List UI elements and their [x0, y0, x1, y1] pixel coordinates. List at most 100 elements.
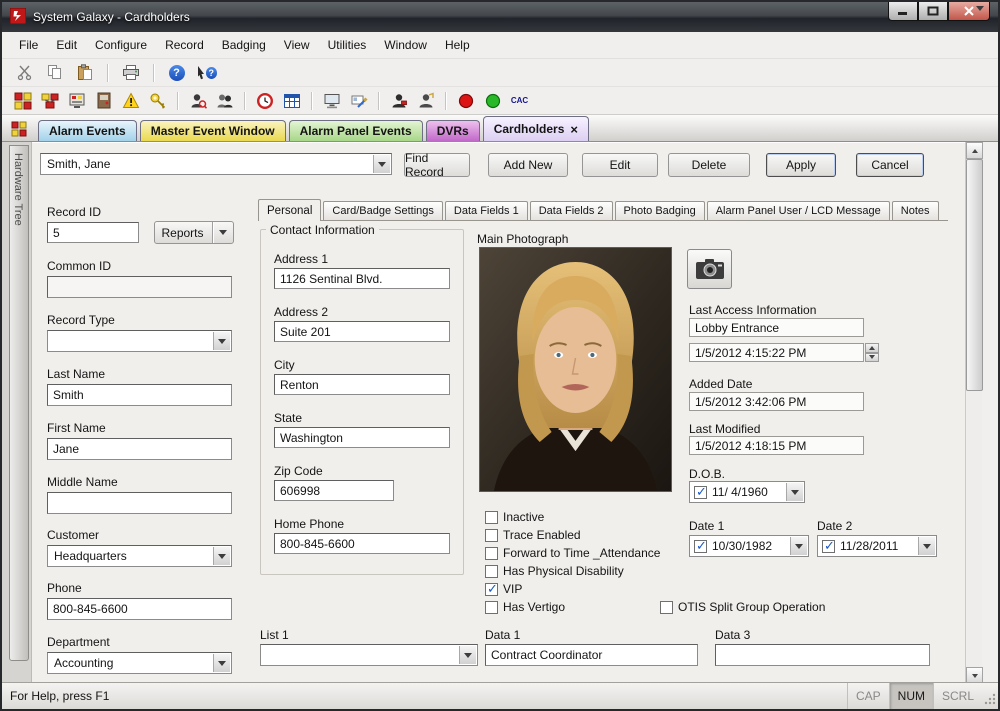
holiday-table-icon[interactable]	[281, 90, 302, 111]
trace-enabled-flag[interactable]: Trace Enabled	[485, 528, 581, 542]
physical-disability-checkbox[interactable]	[485, 565, 498, 578]
tab-notes[interactable]: Notes	[892, 201, 939, 220]
badge-design-icon[interactable]	[348, 90, 369, 111]
date1-dropdown-icon[interactable]	[790, 537, 807, 555]
resize-grip[interactable]	[984, 692, 997, 708]
vip-checkbox[interactable]	[485, 583, 498, 596]
phone-field[interactable]	[47, 598, 232, 620]
close-tab-icon[interactable]: ×	[570, 123, 578, 136]
date2-picker[interactable]: 11/28/2011	[817, 535, 937, 557]
print-icon[interactable]	[120, 62, 141, 83]
reports-button[interactable]: Reports	[154, 221, 234, 244]
tab-data-fields-1[interactable]: Data Fields 1	[445, 201, 528, 220]
tab-overflow-icon[interactable]	[976, 11, 984, 25]
dob-picker[interactable]: 11/ 4/1960	[689, 481, 805, 503]
menu-view[interactable]: View	[275, 34, 319, 56]
delete-button[interactable]: Delete	[668, 153, 750, 177]
address1-field[interactable]	[274, 268, 450, 289]
apply-button[interactable]: Apply	[766, 153, 836, 177]
city-field[interactable]	[274, 374, 450, 395]
department-combo[interactable]: Accounting	[47, 652, 232, 674]
schedule-clock-icon[interactable]	[254, 90, 275, 111]
tab-photo-badging[interactable]: Photo Badging	[615, 201, 705, 220]
tab-personal[interactable]: Personal	[258, 199, 321, 221]
otis-split-group-checkbox[interactable]	[660, 601, 673, 614]
menu-help[interactable]: Help	[436, 34, 479, 56]
controller-icon[interactable]	[66, 90, 87, 111]
add-new-button[interactable]: Add New	[488, 153, 568, 177]
inactive-flag[interactable]: Inactive	[485, 510, 544, 524]
customer-combo[interactable]: Headquarters	[47, 545, 232, 567]
capture-photo-button[interactable]	[687, 249, 732, 289]
common-id-field[interactable]	[47, 276, 232, 298]
forward-time-attendance-flag[interactable]: Forward to Time _Attendance	[485, 546, 660, 560]
combo-dropdown-icon[interactable]	[213, 332, 230, 350]
dob-dropdown-icon[interactable]	[786, 483, 803, 501]
hardware-tree-tab[interactable]: Hardware Tree	[9, 145, 29, 661]
has-vertigo-flag[interactable]: Has Vertigo	[485, 600, 565, 614]
data3-field[interactable]	[715, 644, 930, 666]
loop-diagnostics-icon[interactable]	[39, 90, 60, 111]
tab-master-event-window[interactable]: Master Event Window	[140, 120, 286, 141]
address2-field[interactable]	[274, 321, 450, 342]
cardholder-search-icon[interactable]	[187, 90, 208, 111]
tab-alarm-events[interactable]: Alarm Events	[38, 120, 137, 141]
menu-window[interactable]: Window	[375, 34, 436, 56]
record-selector-combo[interactable]: Smith, Jane	[40, 153, 392, 175]
edit-button[interactable]: Edit	[582, 153, 658, 177]
cac-icon[interactable]: CAC	[509, 90, 530, 111]
io-key-icon[interactable]	[147, 90, 168, 111]
scrollbar-thumb[interactable]	[966, 159, 983, 391]
menu-badging[interactable]: Badging	[213, 34, 275, 56]
zip-code-field[interactable]	[274, 480, 394, 501]
has-vertigo-checkbox[interactable]	[485, 601, 498, 614]
context-help-icon[interactable]: ?	[196, 62, 217, 83]
cut-icon[interactable]	[14, 62, 35, 83]
combo-dropdown-icon[interactable]	[373, 155, 390, 173]
combo-dropdown-icon[interactable]	[213, 654, 230, 672]
vertical-scrollbar[interactable]	[965, 142, 982, 684]
middle-name-field[interactable]	[47, 492, 232, 514]
scroll-up-icon[interactable]	[966, 142, 983, 159]
spinner-down-icon[interactable]	[865, 353, 879, 363]
date2-dropdown-icon[interactable]	[918, 537, 935, 555]
tab-cardholders[interactable]: Cardholders ×	[483, 116, 589, 141]
maximize-button[interactable]	[918, 2, 948, 21]
physical-disability-flag[interactable]: Has Physical Disability	[485, 564, 624, 578]
reports-dropdown-icon[interactable]	[219, 230, 227, 235]
combo-dropdown-icon[interactable]	[459, 646, 476, 664]
menu-record[interactable]: Record	[156, 34, 213, 56]
record-type-combo[interactable]	[47, 330, 232, 352]
hardware-tree-icon[interactable]	[12, 90, 33, 111]
last-name-field[interactable]	[47, 384, 232, 406]
forward-time-attendance-checkbox[interactable]	[485, 547, 498, 560]
list1-combo[interactable]	[260, 644, 478, 666]
spinner-up-icon[interactable]	[865, 343, 879, 353]
record-stop-icon[interactable]	[455, 90, 476, 111]
door-reader-icon[interactable]	[93, 90, 114, 111]
tab-card-badge-settings[interactable]: Card/Badge Settings	[323, 201, 443, 220]
trace-enabled-checkbox[interactable]	[485, 529, 498, 542]
guard-operator-icon[interactable]	[388, 90, 409, 111]
record-id-field[interactable]	[47, 222, 139, 243]
menu-configure[interactable]: Configure	[86, 34, 156, 56]
menu-utilities[interactable]: Utilities	[319, 34, 376, 56]
menu-file[interactable]: File	[10, 34, 47, 56]
tab-alarm-panel-events[interactable]: Alarm Panel Events	[289, 120, 423, 141]
date1-picker[interactable]: 10/30/1982	[689, 535, 809, 557]
tab-alarm-panel-user[interactable]: Alarm Panel User / LCD Message	[707, 201, 890, 220]
tab-data-fields-2[interactable]: Data Fields 2	[530, 201, 613, 220]
hardware-tree-toggle-icon[interactable]	[11, 121, 27, 140]
cardholder-group-icon[interactable]	[214, 90, 235, 111]
title-bar[interactable]: System Galaxy - Cardholders	[2, 2, 998, 32]
date1-checkbox[interactable]	[694, 540, 707, 553]
record-start-icon[interactable]	[482, 90, 503, 111]
find-record-button[interactable]: Find Record	[404, 153, 470, 177]
guard-tour-icon[interactable]	[415, 90, 436, 111]
vip-flag[interactable]: VIP	[485, 582, 522, 596]
cancel-button[interactable]: Cancel	[856, 153, 924, 177]
otis-split-group-flag[interactable]: OTIS Split Group Operation	[660, 600, 825, 614]
help-icon[interactable]: ?	[166, 62, 187, 83]
first-name-field[interactable]	[47, 438, 232, 460]
tab-dvrs[interactable]: DVRs	[426, 120, 480, 141]
